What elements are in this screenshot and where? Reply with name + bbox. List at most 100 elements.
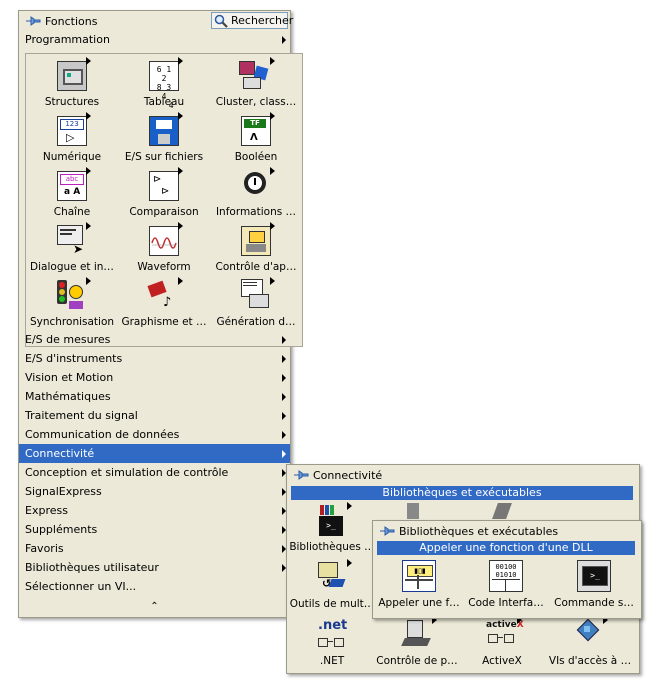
file-io-icon [145, 112, 183, 148]
hidden-palette-item-icon [492, 503, 512, 519]
palette-item-dotnet[interactable]: .net .NET [287, 615, 377, 670]
submenu-arrow-icon [282, 336, 286, 344]
menu-item-signal-processing[interactable]: Traitement du signal [19, 406, 290, 425]
palette-item-label: Comparaison [129, 206, 199, 218]
structures-icon [53, 57, 91, 93]
palette-item-label: Cluster, class… [215, 96, 297, 108]
thumbtack-icon[interactable] [293, 468, 309, 482]
palette-item-code-interface-node[interactable]: 00100 01010 Code Interfa… [462, 557, 550, 612]
programming-subpalette: Structures 6 1 28 3 4 4 Tableau Cluster,… [25, 53, 303, 347]
libraries-executables-icon: >_ [314, 502, 352, 538]
palette-item-synchronization[interactable]: Synchronisation [26, 276, 118, 331]
boolean-icon: TF Λ [237, 112, 275, 148]
connectivity-title-bar[interactable]: Connectivité [287, 465, 639, 485]
palette-item-boolean[interactable]: TF Λ Booléen [210, 111, 302, 166]
submenu-arrow-icon [282, 431, 286, 439]
expand-more-button[interactable]: ⌃ [19, 600, 290, 614]
libraries-section-header: Appeler une fonction d'une DLL [377, 541, 635, 555]
palette-item-label: Commande s… [554, 597, 634, 609]
connectivity-title: Connectivité [313, 468, 383, 482]
palette-item-dialog[interactable]: ➤ Dialogue et in… [26, 221, 118, 276]
menu-item-label: Favoris [25, 542, 64, 555]
palette-item-label: Bibliothèques … [289, 541, 375, 553]
palette-item-process-control[interactable]: Contrôle de p… [372, 615, 462, 670]
menu-item-mathematics[interactable]: Mathématiques [19, 387, 290, 406]
menu-item-connectivity[interactable]: Connectivité [19, 444, 290, 463]
palette-item-call-library-function[interactable]: ▮▯▮ Appeler une f… [375, 557, 463, 612]
multimedia-tools-icon: ↺ [314, 559, 352, 595]
menu-item-select-vi[interactable]: Sélectionner un VI... [19, 577, 290, 596]
menu-item-label: Suppléments [25, 523, 98, 536]
palette-item-graphics[interactable]: ♪ Graphisme et … [118, 276, 210, 331]
palette-item-report[interactable]: Génération d… [210, 276, 302, 331]
menu-item-label: SignalExpress [25, 485, 102, 498]
waveform-icon [145, 222, 183, 258]
palette-item-label: Chaîne [53, 206, 91, 218]
activex-icon: activeX [484, 616, 524, 652]
palette-item-cluster[interactable]: Cluster, class… [210, 56, 302, 111]
palette-item-label: Numérique [42, 151, 102, 163]
palette-item-timing[interactable]: Informations … [210, 166, 302, 221]
palette-item-label: Structures [44, 96, 100, 108]
palette-item-label: Informations … [215, 206, 297, 218]
palette-item-system-exec[interactable]: >_ Commande s… [549, 557, 639, 612]
palette-item-comparison[interactable]: ⊳ ⊳ Comparaison [118, 166, 210, 221]
app-control-icon [237, 222, 275, 258]
palette-item-label: Appeler une f… [378, 597, 460, 609]
cluster-icon [237, 57, 275, 93]
palette-item-label: Booléen [234, 151, 278, 163]
string-icon: abc a A [53, 167, 91, 203]
submenu-arrow-icon [282, 355, 286, 363]
menu-item-instrument-io[interactable]: E/S d'instruments [19, 349, 290, 368]
dialog-icon: ➤ [53, 222, 91, 258]
libraries-palette-window: Bibliothèques et exécutables Appeler une… [372, 520, 642, 619]
hidden-palette-item-icon [407, 503, 419, 519]
palette-item-libraries-executables[interactable]: >_ Bibliothèques … [287, 501, 377, 556]
submenu-arrow-icon [282, 36, 286, 44]
search-button[interactable]: Rechercher [211, 12, 293, 29]
timing-icon [237, 167, 275, 203]
call-library-function-icon: ▮▯▮ [400, 558, 438, 594]
palette-item-array[interactable]: 6 1 28 3 4 4 Tableau [118, 56, 210, 111]
palette-item-label: Dialogue et in… [30, 261, 114, 273]
palette-item-label: VIs d'accès à … [548, 655, 632, 667]
palette-item-multimedia-tools[interactable]: ↺ Outils de mult… [287, 558, 377, 613]
report-icon [237, 277, 275, 313]
menu-item-addons[interactable]: Suppléments [19, 520, 290, 539]
dotnet-icon: .net [314, 616, 352, 652]
palette-item-numeric[interactable]: 123 ▷ Numérique [26, 111, 118, 166]
palette-item-string[interactable]: abc a A Chaîne [26, 166, 118, 221]
menu-item-programmation[interactable]: Programmation [19, 30, 290, 49]
palette-item-file-io[interactable]: E/S sur fichiers [118, 111, 210, 166]
menu-item-signalexpress[interactable]: SignalExpress [19, 482, 290, 501]
submenu-arrow-icon [282, 450, 286, 458]
submenu-arrow-icon [282, 374, 286, 382]
menu-item-data-communication[interactable]: Communication de données [19, 425, 290, 444]
palette-item-windows-registry[interactable]: VIs d'accès à … [543, 615, 637, 670]
palette-item-app-control[interactable]: Contrôle d'ap… [210, 221, 302, 276]
thumbtack-icon[interactable] [379, 524, 395, 538]
submenu-arrow-icon [282, 412, 286, 420]
menu-item-label: Traitement du signal [25, 409, 138, 422]
menu-item-control-design[interactable]: Conception et simulation de contrôle [19, 463, 290, 482]
menu-item-measurement-io[interactable]: E/S de mesures [19, 330, 290, 349]
functions-menu-list: E/S de mesures E/S d'instruments Vision … [19, 330, 290, 596]
code-interface-node-icon: 00100 01010 [487, 558, 525, 594]
palette-item-waveform[interactable]: Waveform [118, 221, 210, 276]
thumbtack-icon[interactable] [25, 14, 41, 28]
search-label: Rechercher [231, 14, 294, 27]
process-control-icon [399, 616, 437, 652]
libraries-title-bar[interactable]: Bibliothèques et exécutables [373, 521, 641, 541]
functions-title-bar[interactable]: Fonctions Rechercher [19, 11, 293, 31]
menu-item-label: Express [25, 504, 68, 517]
palette-item-structures[interactable]: Structures [26, 56, 118, 111]
synchronization-icon [53, 277, 91, 313]
registry-access-icon [570, 616, 608, 652]
palette-item-activex[interactable]: activeX ActiveX [457, 615, 547, 670]
menu-item-vision-motion[interactable]: Vision et Motion [19, 368, 290, 387]
menu-item-express[interactable]: Express [19, 501, 290, 520]
menu-item-favorites[interactable]: Favoris [19, 539, 290, 558]
comparison-icon: ⊳ ⊳ [145, 167, 183, 203]
menu-item-label: Sélectionner un VI... [25, 580, 137, 593]
menu-item-user-libraries[interactable]: Bibliothèques utilisateur [19, 558, 290, 577]
